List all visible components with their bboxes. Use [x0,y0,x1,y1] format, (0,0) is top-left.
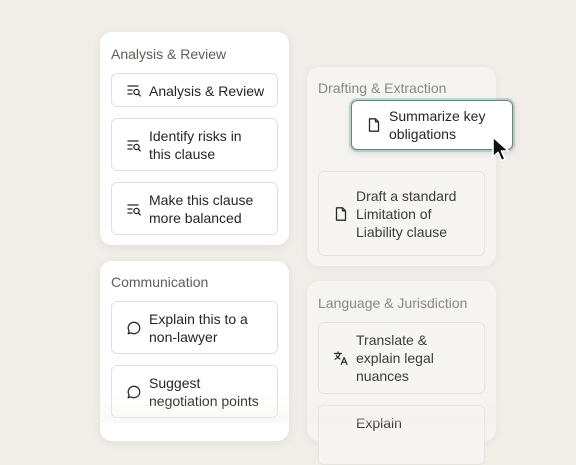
analysis-review-panel: Analysis & Review Analysis & Review Iden… [100,32,289,245]
chat-bubble-icon [127,385,141,398]
item-label: Summarize key obligations [389,108,486,142]
document-icon [368,118,380,132]
prompt-make-balanced[interactable]: Make this clause more balanced [111,182,278,235]
panel-title: Language & Jurisdiction [318,295,468,311]
panel-title: Drafting & Extraction [318,80,447,96]
item-label: Explain this to a non-lawyer [149,311,248,345]
panel-title: Analysis & Review [111,46,227,62]
item-label: Make this clause more balanced [149,192,254,226]
prompt-identify-risks[interactable]: Identify risks in this clause [111,118,278,171]
item-label: Draft a standard Limitation of Liability… [356,188,457,240]
item-label: Suggest negotiation points [149,375,259,409]
prompt-summarize-obligations[interactable]: Summarize key obligations [351,100,513,150]
prompt-explain-non-lawyer[interactable]: Explain this to a non-lawyer [111,301,278,354]
prompt-translate-nuances[interactable]: Translate & explain legal nuances [318,322,485,394]
item-label: Analysis & Review [149,83,265,99]
prompt-explain[interactable]: Explain [318,405,485,465]
communication-panel: Communication Explain this to a non-lawy… [100,261,289,441]
search-list-icon [127,85,141,97]
prompt-suggest-negotiation[interactable]: Suggest negotiation points [111,365,278,418]
document-icon [335,206,347,221]
chat-bubble-icon [127,321,141,334]
panel-title: Communication [111,274,209,290]
mouse-cursor-icon [492,136,510,162]
prompt-draft-limitation[interactable]: Draft a standard Limitation of Liability… [318,171,485,256]
translate-icon [333,351,348,366]
prompt-analysis-review[interactable]: Analysis & Review [111,73,278,107]
item-label: Identify risks in this clause [149,128,242,162]
item-label: Translate & explain legal nuances [356,332,434,384]
search-list-icon [127,203,141,216]
search-list-icon [127,139,141,152]
drafting-extraction-panel: Drafting & Extraction Draft a standard L… [307,67,496,266]
item-label: Explain [356,415,402,431]
language-jurisdiction-panel: Language & Jurisdiction Translate & expl… [307,281,496,465]
